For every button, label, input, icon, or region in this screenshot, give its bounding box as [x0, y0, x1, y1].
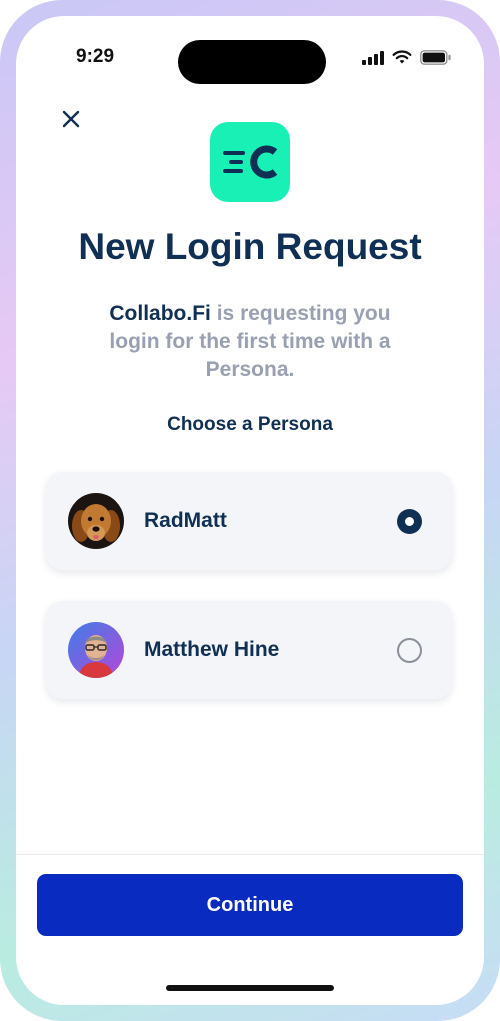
radio-unselected[interactable] [397, 637, 422, 663]
dynamic-island [178, 40, 326, 84]
collabo-logo-icon [223, 145, 278, 179]
avatar [68, 493, 124, 549]
cellular-signal-icon [362, 50, 384, 65]
home-indicator [166, 985, 334, 991]
phone-frame: 9:29 New Login Request Collabo.Fi is req… [0, 0, 500, 1021]
app-logo [210, 122, 290, 202]
close-icon [62, 110, 80, 128]
persona-option-matthew-hine[interactable]: Matthew Hine [46, 601, 452, 699]
persona-name: Matthew Hine [144, 638, 280, 661]
avatar [68, 622, 124, 678]
status-icons [362, 50, 452, 65]
status-time: 9:29 [76, 46, 115, 67]
persona-name: RadMatt [144, 509, 227, 532]
continue-button[interactable]: Continue [37, 874, 463, 936]
persona-option-radmatt[interactable]: RadMatt [46, 472, 452, 570]
radio-selected[interactable] [397, 508, 422, 534]
wifi-icon [392, 50, 412, 64]
phone-screen: 9:29 New Login Request Collabo.Fi is req… [16, 16, 484, 1005]
battery-icon [420, 50, 451, 65]
app-name: Collabo.Fi [109, 302, 211, 325]
close-button[interactable] [56, 104, 86, 134]
request-description: Collabo.Fi is requesting you login for t… [96, 300, 404, 384]
page-title: New Login Request [78, 226, 422, 267]
choose-persona-heading: Choose a Persona [167, 414, 333, 435]
footer-divider [16, 854, 484, 855]
